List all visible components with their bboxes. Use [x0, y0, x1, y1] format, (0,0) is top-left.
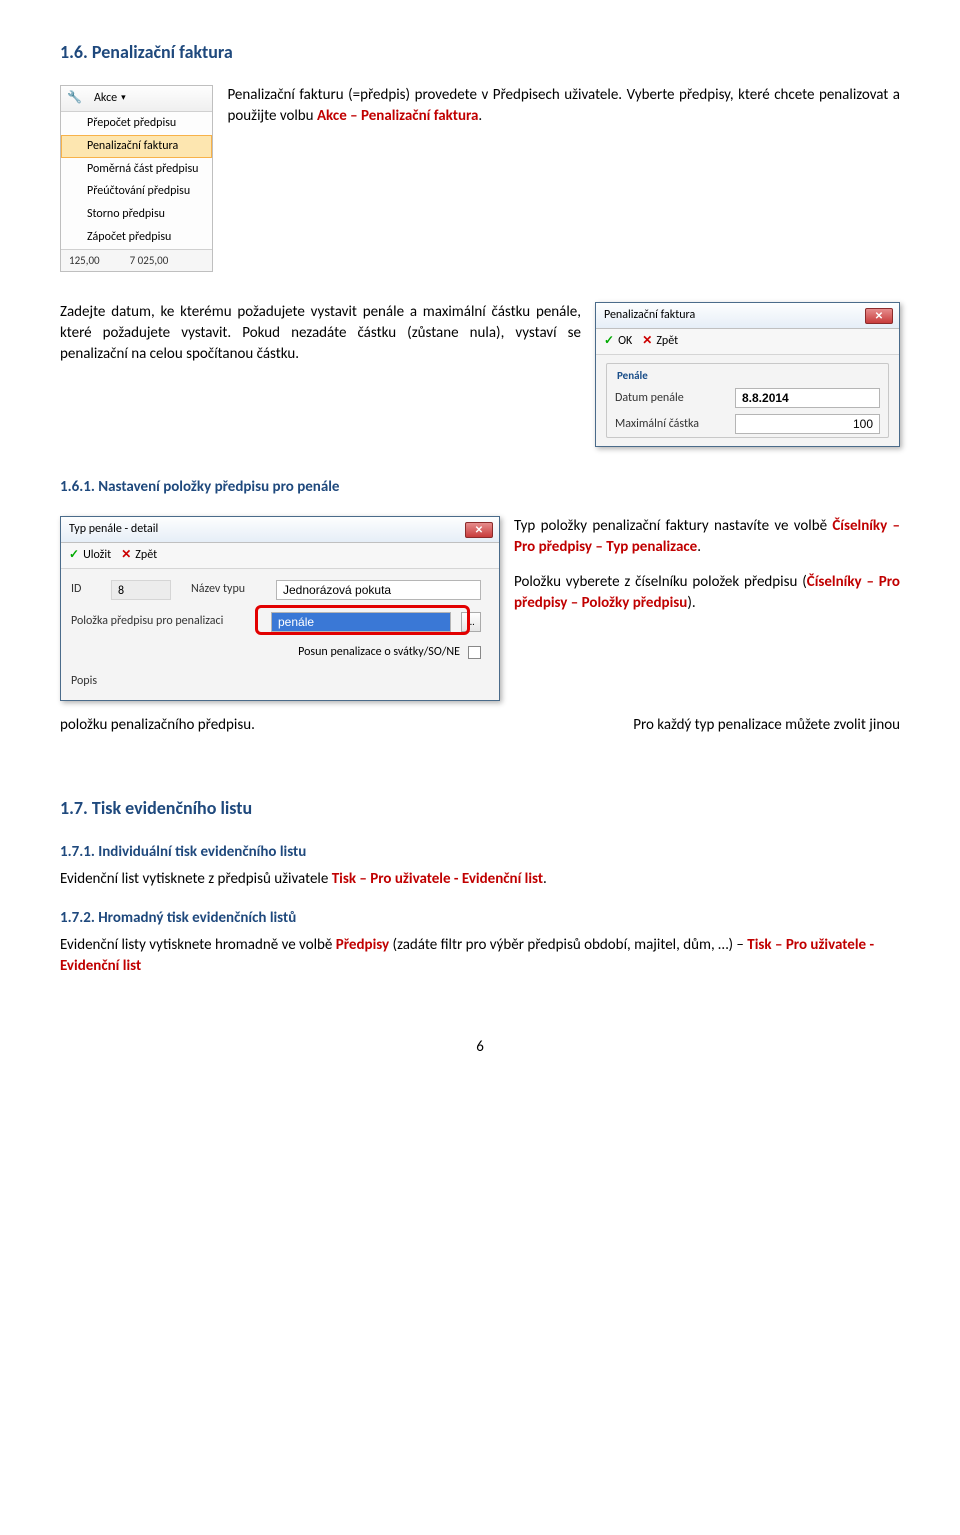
- ok-button[interactable]: ✓OK: [604, 333, 632, 350]
- right-paragraph-2: Položku vyberete z číselníku položek pře…: [514, 572, 900, 614]
- right-paragraph-1: Typ položky penalizační faktury nastavít…: [514, 516, 900, 558]
- menu-item[interactable]: Poměrná část předpisu: [61, 158, 212, 181]
- typ-penale-dialog: Typ penále - detail ✕ ✓Uložit ✕Zpět ID 8…: [60, 516, 500, 701]
- date-label: Datum penále: [615, 390, 725, 407]
- name-label: Název typu: [191, 581, 266, 598]
- akce-button-label: Akce: [94, 90, 117, 107]
- id-label: ID: [71, 581, 101, 598]
- lower-left-text: položku penalizačního předpisu.: [60, 715, 255, 736]
- paragraph-1-7-1: Evidenční list vytisknete z předpisů uži…: [60, 869, 900, 890]
- footer-value-b: 7 025,00: [130, 253, 169, 268]
- dialog-title: Typ penále - detail: [69, 521, 158, 538]
- lookup-button[interactable]: …: [461, 612, 481, 632]
- menu-item[interactable]: Zápočet předpisu: [61, 226, 212, 249]
- wrench-icon: 🔧: [67, 90, 82, 107]
- back-button[interactable]: ✕Zpět: [642, 333, 678, 350]
- chevron-down-icon: ▾: [121, 92, 126, 105]
- check-icon: ✓: [69, 547, 79, 564]
- back-button[interactable]: ✕Zpět: [121, 547, 157, 564]
- lower-right-text: Pro každý typ penalizace můžete zvolit j…: [269, 715, 900, 736]
- cross-icon: ✕: [121, 547, 131, 564]
- popis-label: Popis: [71, 673, 121, 690]
- menu-item[interactable]: Storno předpisu: [61, 203, 212, 226]
- dialog-title: Penalizační faktura: [604, 307, 695, 324]
- id-value: 8: [111, 580, 171, 600]
- date-input[interactable]: [735, 388, 880, 408]
- akce-dropdown: Přepočet předpisu Penalizační faktura Po…: [61, 112, 212, 249]
- check-icon: ✓: [604, 333, 614, 350]
- heading-1-7: 1.7. Tisk evidenčního listu: [60, 796, 900, 821]
- item-input[interactable]: [271, 612, 451, 632]
- intro-paragraph: Penalizační fakturu (=předpis) provedete…: [227, 85, 900, 127]
- group-title: Penále: [613, 368, 652, 383]
- heading-1-7-2: 1.7.2. Hromadný tisk evidenčních listů: [60, 908, 900, 929]
- heading-1-6-1: 1.6.1. Nastavení položky předpisu pro pe…: [60, 477, 900, 498]
- page-number: 6: [60, 1037, 900, 1058]
- mid-paragraph: Zadejte datum, ke kterému požadujete vys…: [60, 302, 581, 365]
- close-icon[interactable]: ✕: [465, 522, 493, 538]
- shift-checkbox[interactable]: [468, 646, 481, 659]
- penale-dialog: Penalizační faktura ✕ ✓OK ✕Zpět Penále D…: [595, 302, 900, 447]
- akce-button[interactable]: Akce ▾: [88, 89, 132, 108]
- footer-value-a: 125,00: [69, 253, 100, 268]
- save-button[interactable]: ✓Uložit: [69, 547, 111, 564]
- max-input[interactable]: [735, 414, 880, 434]
- item-label: Položka předpisu pro penalizaci: [71, 613, 261, 630]
- paragraph-1-7-2: Evidenční listy vytisknete hromadně ve v…: [60, 935, 900, 977]
- name-input[interactable]: [276, 580, 481, 600]
- menu-item[interactable]: Přepočet předpisu: [61, 112, 212, 135]
- cross-icon: ✕: [642, 333, 652, 350]
- heading-1-7-1: 1.7.1. Individuální tisk evidenčního lis…: [60, 842, 900, 863]
- akce-menu-screenshot: 🔧 Akce ▾ Přepočet předpisu Penalizační f…: [60, 85, 213, 272]
- close-icon[interactable]: ✕: [865, 308, 893, 324]
- heading-1-6: 1.6. Penalizační faktura: [60, 40, 900, 65]
- menu-item-selected[interactable]: Penalizační faktura: [61, 135, 212, 158]
- shift-label: Posun penalizace o svátky/SO/NE: [298, 644, 460, 661]
- max-label: Maximální částka: [615, 416, 725, 433]
- menu-item[interactable]: Přeúčtování předpisu: [61, 180, 212, 203]
- akce-footer: 125,00 7 025,00: [61, 249, 212, 271]
